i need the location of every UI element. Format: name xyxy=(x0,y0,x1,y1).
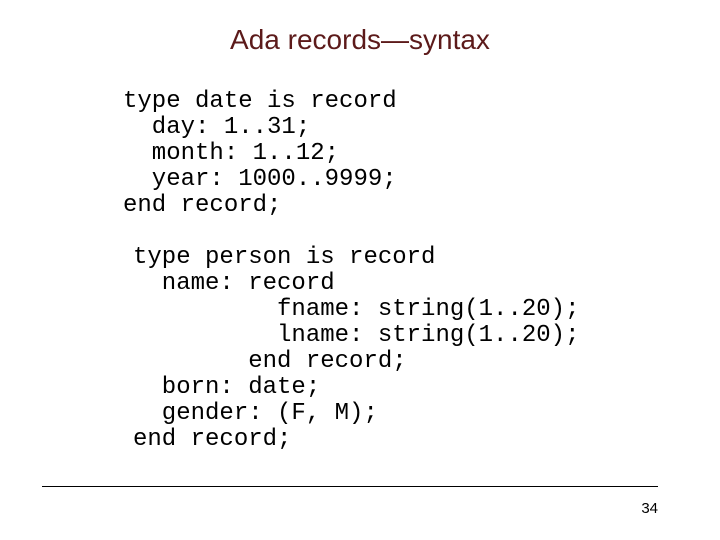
code-line: name: record xyxy=(133,270,335,297)
code-line: year: 1000..9999; xyxy=(123,166,397,193)
code-line: fname: string(1..20); xyxy=(133,296,580,323)
code-line: month: 1..12; xyxy=(123,140,340,167)
code-line: gender: (F, M); xyxy=(133,400,378,427)
code-block-date: type date is record day: 1..31; month: 1… xyxy=(123,89,397,219)
code-line: day: 1..31; xyxy=(123,114,311,141)
code-line: born: date; xyxy=(133,374,321,401)
code-line: lname: string(1..20); xyxy=(133,322,580,349)
page-number: 34 xyxy=(641,500,658,517)
code-block-person: type person is record name: record fname… xyxy=(133,245,579,453)
code-line: end record; xyxy=(133,426,292,453)
slide-title: Ada records—syntax xyxy=(230,24,490,55)
code-line: end record; xyxy=(133,348,407,375)
footer-divider xyxy=(42,486,658,487)
code-line: type date is record xyxy=(123,88,397,115)
code-line: type person is record xyxy=(133,244,436,271)
code-line: end record; xyxy=(123,192,282,219)
